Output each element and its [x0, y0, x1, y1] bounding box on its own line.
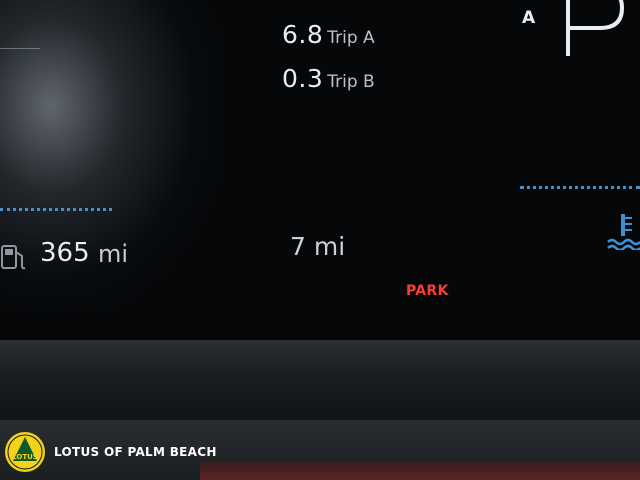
screen-glare-edge [0, 0, 40, 49]
lotus-logo: LOTUS [5, 432, 45, 472]
trip-b-value: 0.3 [282, 64, 324, 93]
dotted-divider-left [0, 208, 112, 211]
range-value: 365 [40, 238, 90, 268]
trip-a-label: Trip A [327, 28, 375, 48]
red-leather-trim [200, 462, 640, 480]
dealer-name: LOTUS OF PALM BEACH [54, 445, 217, 459]
drive-mode-letter: A [522, 8, 536, 28]
trip-a-row: 6.8 Trip A [282, 20, 375, 49]
trip-b-row: 0.3 Trip B [282, 64, 375, 93]
dealer-watermark: LOTUS LOTUS OF PALM BEACH [0, 432, 217, 472]
trip-a-value: 6.8 [282, 20, 324, 49]
fuel-pump-icon [1, 245, 26, 270]
dotted-divider-right [520, 186, 640, 189]
dashboard-bezel [0, 340, 640, 420]
svg-text:LOTUS: LOTUS [12, 453, 38, 461]
gear-p-indicator [566, 0, 625, 56]
range-unit: mi [98, 240, 129, 268]
distance-readout: 7 mi [290, 232, 346, 261]
coolant-temperature-icon [607, 214, 640, 250]
instrument-cluster-display: 6.8 Trip A 0.3 Trip B A 365 mi 7 mi PARK [0, 0, 640, 340]
park-status-indicator: PARK [406, 283, 449, 299]
trip-b-label: Trip B [327, 72, 375, 92]
